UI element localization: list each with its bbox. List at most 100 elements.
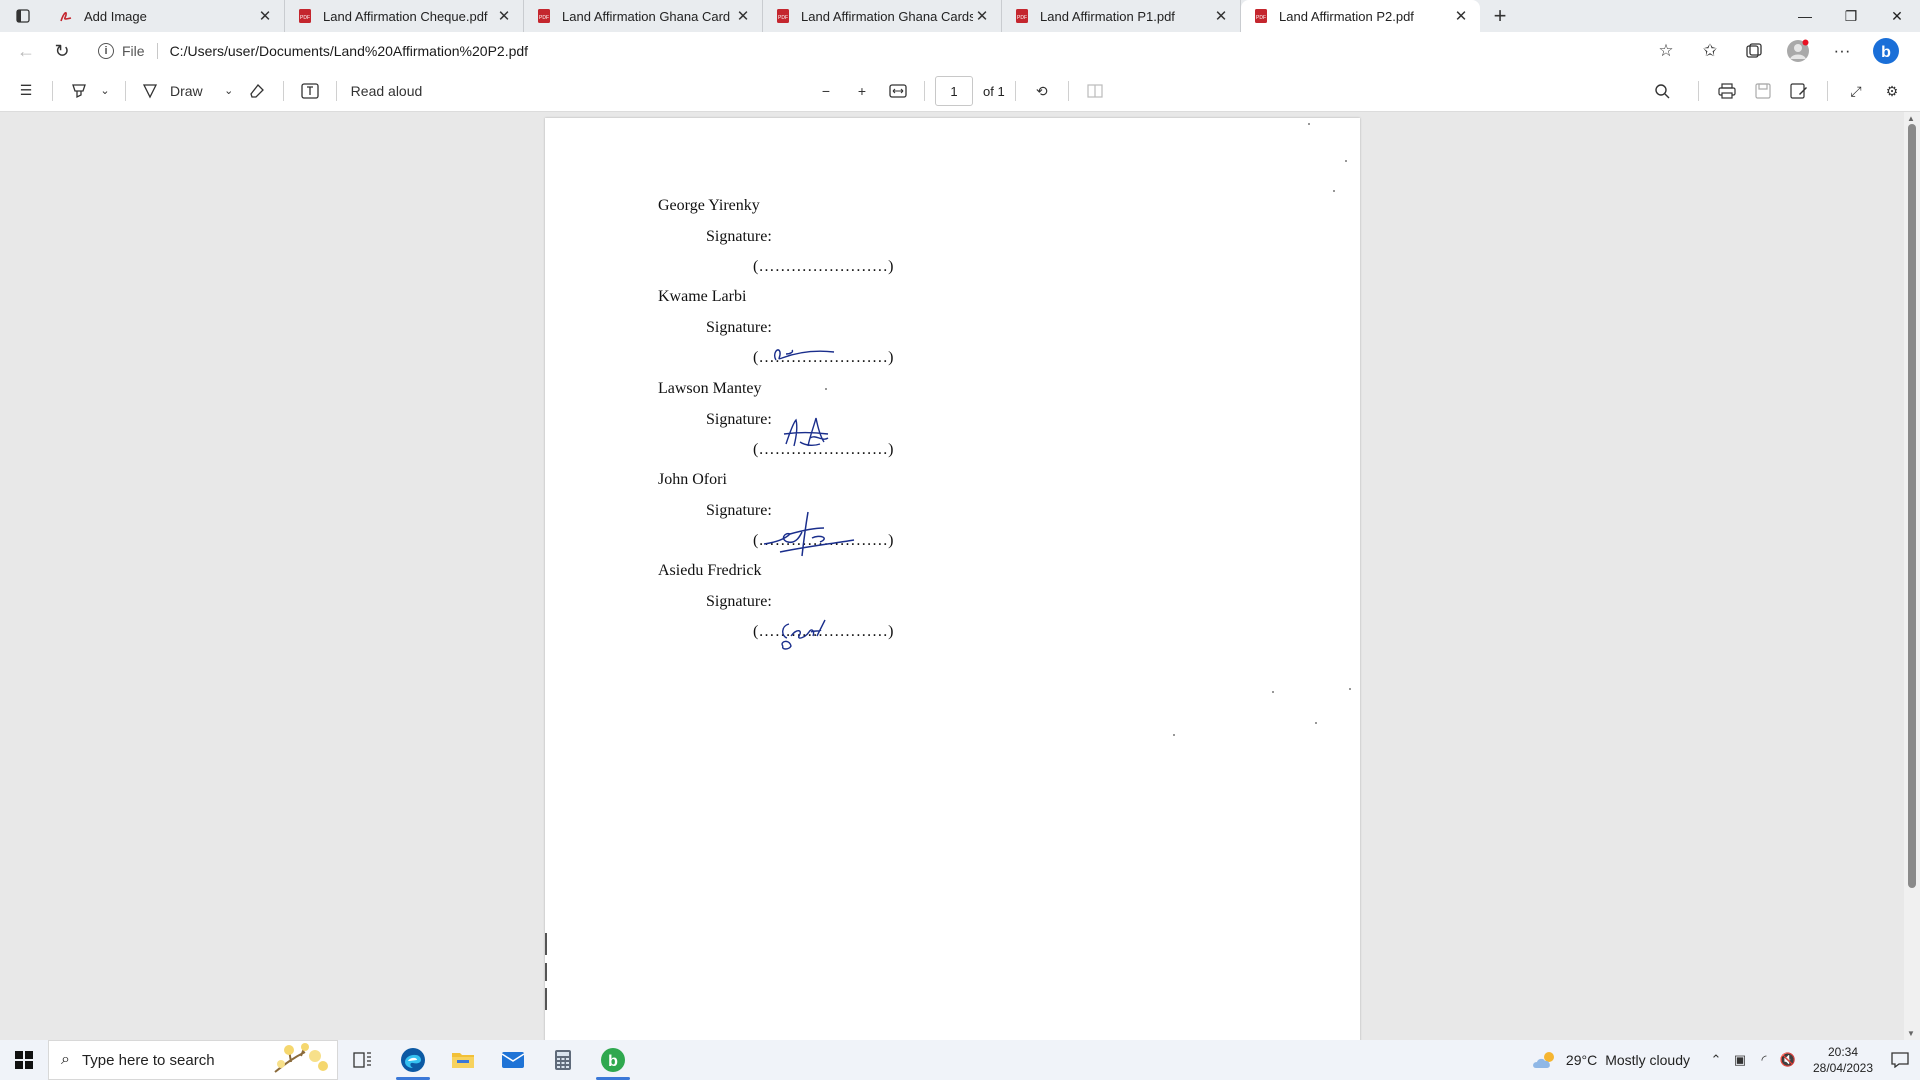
- close-icon[interactable]: ✕: [734, 7, 752, 25]
- signer-name: Asiedu Fredrick: [658, 562, 762, 579]
- back-button[interactable]: ←: [8, 35, 44, 67]
- url-field[interactable]: i File C:/Users/user/Documents/Land%20Af…: [88, 36, 1644, 66]
- page-view-button[interactable]: [1079, 75, 1111, 107]
- pdf-viewer[interactable]: George Yirenky Signature: (……………………) Kwa…: [0, 112, 1920, 1040]
- tab-title: Land Affirmation Ghana Card 2.p: [562, 8, 734, 24]
- taskbar-app-mail[interactable]: [488, 1040, 538, 1080]
- pdf-page: George Yirenky Signature: (……………………) Kwa…: [545, 118, 1360, 1040]
- taskbar-app-bing[interactable]: b: [588, 1040, 638, 1080]
- favorites-icon: ✩: [1702, 41, 1718, 60]
- taskbar-app-file-explorer[interactable]: [438, 1040, 488, 1080]
- page-number-input[interactable]: 1: [935, 76, 973, 106]
- tab-add-image[interactable]: Add Image ✕: [46, 0, 285, 32]
- add-favorite-button[interactable]: ☆: [1644, 35, 1688, 67]
- find-button[interactable]: [1646, 75, 1678, 107]
- read-aloud-button[interactable]: Read aloud: [347, 75, 427, 107]
- tab-p1-pdf[interactable]: PDF Land Affirmation P1.pdf ✕: [1002, 0, 1241, 32]
- clock[interactable]: 20:34 28/04/2023: [1806, 1044, 1880, 1076]
- settings-more-button[interactable]: ···: [1820, 35, 1864, 67]
- tab-actions-icon: [16, 9, 30, 23]
- fullscreen-button[interactable]: ⤢: [1840, 75, 1872, 107]
- refresh-icon: ↻: [54, 40, 70, 61]
- text-button[interactable]: [294, 75, 326, 107]
- close-icon[interactable]: ✕: [256, 7, 274, 25]
- weather-text: Mostly cloudy: [1605, 1052, 1690, 1068]
- bing-icon: b: [1873, 38, 1899, 64]
- svg-text:PDF: PDF: [1017, 15, 1027, 21]
- task-view-button[interactable]: [338, 1040, 388, 1080]
- tab-ghana-cards-1[interactable]: PDF Land Affirmation Ghana Cards 1. ✕: [763, 0, 1002, 32]
- network-icon[interactable]: ◜: [1752, 1052, 1776, 1068]
- list-icon: ☰: [19, 82, 33, 98]
- highlight-button[interactable]: [63, 75, 95, 107]
- plus-icon: +: [857, 83, 867, 99]
- volume-muted-icon[interactable]: 🔇: [1776, 1052, 1800, 1068]
- pdf-icon: PDF: [1016, 9, 1028, 23]
- tab-cheque-pdf[interactable]: PDF Land Affirmation Cheque.pdf ✕: [285, 0, 524, 32]
- vertical-scrollbar[interactable]: ▲ ▼: [1904, 112, 1920, 1040]
- svg-text:PDF: PDF: [778, 15, 788, 21]
- highlight-dropdown[interactable]: ⌄: [95, 75, 115, 107]
- start-button[interactable]: [0, 1040, 48, 1080]
- erase-button[interactable]: [241, 75, 273, 107]
- system-tray: 29°C Mostly cloudy ⌃ ▣ ◜ 🔇 20:34 28/04/2…: [1532, 1040, 1920, 1080]
- signature-label: Signature:: [706, 411, 772, 428]
- scan-edge-mark: [545, 933, 547, 955]
- task-view-icon: [353, 1052, 371, 1068]
- zoom-out-button[interactable]: −: [810, 75, 842, 107]
- acrobat-icon: [60, 11, 72, 22]
- save-as-button[interactable]: [1783, 75, 1815, 107]
- close-icon[interactable]: ✕: [1212, 7, 1230, 25]
- print-button[interactable]: [1711, 75, 1743, 107]
- save-button[interactable]: [1747, 75, 1779, 107]
- fit-width-button[interactable]: [882, 75, 914, 107]
- refresh-button[interactable]: ↻: [44, 35, 80, 67]
- new-tab-button[interactable]: +: [1484, 0, 1516, 32]
- tab-title: Add Image: [84, 8, 147, 24]
- draw-label: Draw: [170, 82, 203, 99]
- scan-speck: [1333, 190, 1335, 192]
- clock-time: 20:34: [1827, 1045, 1859, 1059]
- draw-button[interactable]: Draw: [136, 75, 209, 107]
- notifications-button[interactable]: [1880, 1052, 1920, 1068]
- info-icon[interactable]: i: [98, 43, 114, 59]
- tab-title: Land Affirmation P1.pdf: [1040, 8, 1175, 24]
- tab-actions-button[interactable]: [0, 0, 46, 32]
- close-icon[interactable]: ✕: [1452, 7, 1470, 25]
- taskbar-app-edge[interactable]: [388, 1040, 438, 1080]
- taskbar-app-calculator[interactable]: [538, 1040, 588, 1080]
- read-aloud-label: Read aloud: [350, 82, 423, 99]
- chevron-up-icon[interactable]: ⌃: [1704, 1052, 1728, 1068]
- contents-button[interactable]: ☰: [10, 75, 42, 107]
- bing-app-icon: b: [601, 1048, 625, 1072]
- scan-speck: [825, 388, 827, 390]
- weather-widget[interactable]: 29°C Mostly cloudy: [1532, 1050, 1690, 1070]
- scan-speck: [1173, 734, 1175, 736]
- meet-now-icon[interactable]: ▣: [1728, 1052, 1752, 1068]
- draw-dropdown[interactable]: ⌄: [217, 75, 241, 107]
- bing-chat-button[interactable]: b: [1864, 35, 1908, 67]
- collections-icon: [1746, 43, 1762, 58]
- restore-button[interactable]: ❐: [1828, 0, 1874, 32]
- notification-icon: [1891, 1052, 1909, 1068]
- svg-text:PDF: PDF: [1256, 15, 1266, 21]
- divider: [1698, 81, 1699, 101]
- favorites-button[interactable]: ✩: [1688, 35, 1732, 67]
- scroll-down-icon[interactable]: ▼: [1907, 1029, 1915, 1038]
- collections-button[interactable]: [1732, 35, 1776, 67]
- profile-button[interactable]: [1776, 35, 1820, 67]
- tab-p2-pdf[interactable]: PDF Land Affirmation P2.pdf ✕: [1241, 0, 1480, 32]
- rotate-button[interactable]: ⟲: [1026, 75, 1058, 107]
- signature-line: (……………………): [753, 258, 894, 275]
- pdf-settings-button[interactable]: ⚙: [1876, 75, 1908, 107]
- taskbar-search[interactable]: ⌕ Type here to search: [48, 1040, 338, 1080]
- minimize-button[interactable]: —: [1782, 0, 1828, 32]
- scroll-up-icon[interactable]: ▲: [1907, 114, 1915, 123]
- close-icon[interactable]: ✕: [495, 7, 513, 25]
- scrollbar-thumb[interactable]: [1908, 124, 1916, 888]
- zoom-in-button[interactable]: +: [846, 75, 878, 107]
- tab-ghana-card-2[interactable]: PDF Land Affirmation Ghana Card 2.p ✕: [524, 0, 763, 32]
- close-window-button[interactable]: ✕: [1874, 0, 1920, 32]
- close-icon[interactable]: ✕: [973, 7, 991, 25]
- svg-text:b: b: [1881, 44, 1891, 61]
